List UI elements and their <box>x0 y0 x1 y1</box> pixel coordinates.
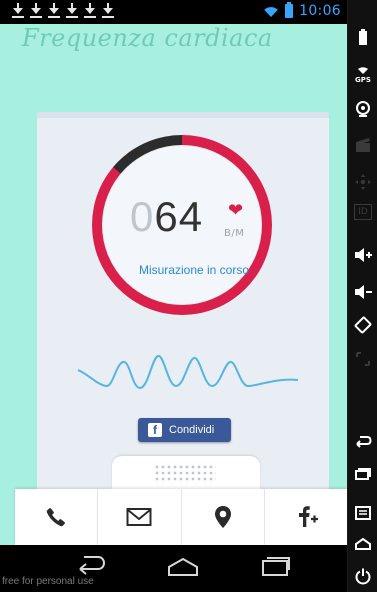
dpad-icon <box>355 174 371 190</box>
gps-label: GPS <box>355 75 371 84</box>
clapperboard-icon <box>356 138 370 152</box>
call-button[interactable] <box>15 489 99 545</box>
heart-rate-ring: 064 ❤ B/M Misurazione in corso <box>92 135 272 315</box>
bpm-unit: B/M <box>224 228 245 239</box>
battery-control-button[interactable] <box>348 20 377 54</box>
download-icon <box>48 3 60 19</box>
download-icon <box>30 3 42 19</box>
bottom-action-bar <box>15 489 347 545</box>
location-button[interactable] <box>182 489 265 545</box>
volume-down-button[interactable] <box>348 275 377 309</box>
volume-up-button[interactable] <box>348 238 377 272</box>
resize-button <box>348 345 377 373</box>
heart-rate-dial: 064 ❤ B/M Misurazione in corso <box>102 145 262 305</box>
volume-up-icon <box>355 248 372 262</box>
rotate-icon <box>354 316 372 334</box>
battery-icon <box>285 2 294 18</box>
phone-icon <box>46 508 66 527</box>
email-button[interactable] <box>98 489 182 545</box>
drawer-handle[interactable] <box>112 456 260 490</box>
drag-grip-icon <box>154 464 216 482</box>
facebook-icon: f <box>148 423 162 437</box>
card-top-edge <box>37 112 329 118</box>
status-right: 10:06 <box>263 2 341 19</box>
volume-down-icon <box>355 285 372 299</box>
menu-icon <box>355 506 371 520</box>
home-icon[interactable] <box>163 555 203 579</box>
camera-control-button[interactable] <box>348 92 377 126</box>
rotate-button[interactable] <box>348 308 377 342</box>
dpad-control-button <box>348 165 377 199</box>
home-icon <box>355 537 371 550</box>
webcam-icon <box>356 101 370 117</box>
facebook-add-icon <box>298 506 318 527</box>
facebook-share-button[interactable]: f Condividi <box>138 418 231 442</box>
back-icon <box>356 436 372 448</box>
heartbeat-waveform <box>78 355 298 390</box>
location-pin-icon <box>214 506 231 528</box>
home-control-button[interactable] <box>348 529 377 559</box>
wifi-icon <box>263 4 279 18</box>
back-control-button[interactable] <box>348 424 377 458</box>
id-control-button: ID <box>348 197 377 227</box>
id-icon: ID <box>354 204 372 220</box>
facebook-follow-button[interactable] <box>265 489 347 545</box>
app-title: Frequenza cardiaca <box>22 24 273 52</box>
mail-icon <box>126 508 152 526</box>
bpm-value: 064 <box>130 193 203 241</box>
heart-icon: ❤ <box>228 200 244 221</box>
status-time: 10:06 <box>299 3 341 19</box>
battery-icon <box>359 29 367 45</box>
download-icon <box>84 3 96 19</box>
menu-control-button[interactable] <box>348 498 377 528</box>
bpm-leading-digit: 0 <box>130 193 155 240</box>
recent-apps-icon[interactable] <box>255 555 295 579</box>
resize-icon <box>356 352 370 366</box>
recent-apps-control-button[interactable] <box>348 459 377 489</box>
download-icon <box>66 3 78 19</box>
recent-apps-icon <box>355 468 371 480</box>
measurement-status: Misurazione in corso <box>138 263 250 277</box>
watermark-text: free for personal use <box>2 576 94 587</box>
download-icon <box>102 3 114 19</box>
download-notifications <box>12 3 114 19</box>
phone-screen: 10:06 Frequenza cardiaca 064 ❤ B/M Misur… <box>0 0 347 592</box>
clapperboard-control-button <box>348 128 377 162</box>
id-label: ID <box>358 207 368 217</box>
gps-control-button[interactable]: GPS <box>348 58 377 92</box>
power-icon <box>355 568 371 585</box>
power-button[interactable] <box>348 561 377 591</box>
emulator-control-strip: GPS ID <box>347 0 377 592</box>
share-label: Condividi <box>169 424 215 436</box>
download-icon <box>12 3 24 19</box>
status-bar: 10:06 <box>0 0 347 24</box>
gps-signal-icon <box>357 66 368 74</box>
bpm-digits: 64 <box>154 193 204 240</box>
